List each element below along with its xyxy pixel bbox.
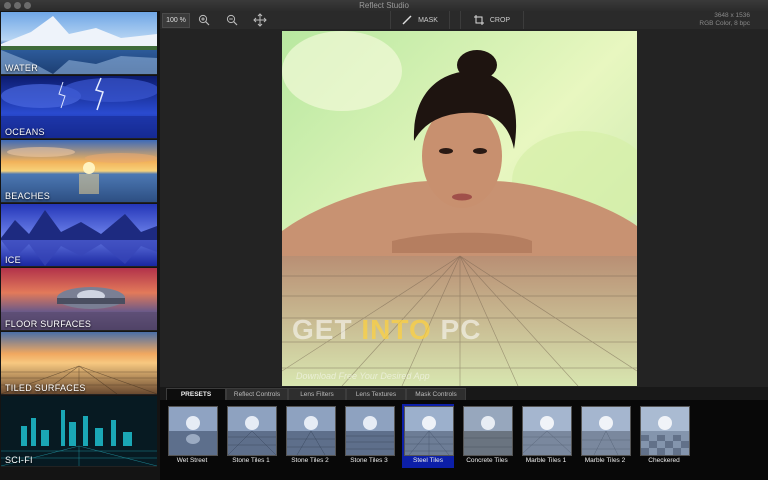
preset-wet-street[interactable]: Wet Street — [166, 404, 218, 468]
watermark-word: GET — [292, 314, 353, 345]
zoom-in-icon — [198, 14, 210, 26]
image-size: 3648 x 1536 — [714, 12, 750, 19]
watermark-subtitle: Download Free Your Desired App — [296, 371, 430, 381]
crop-button[interactable]: CROP — [460, 11, 524, 29]
preset-thumbnail — [522, 406, 572, 456]
image-mode: RGB Color, 8 bpc — [699, 20, 750, 27]
brush-icon — [402, 15, 412, 25]
preset-label: Checkered — [648, 457, 680, 464]
preset-label: Wet Street — [176, 457, 208, 464]
toolbar: 100 % MASK CROP 3648 x 1536 RGB Color, 8… — [160, 11, 768, 30]
preset-marble-tiles-2[interactable]: Marble Tiles 2 — [579, 404, 631, 468]
image-info: 3648 x 1536 RGB Color, 8 bpc — [699, 12, 750, 28]
category-label: OCEANS — [5, 127, 45, 137]
ice-thumbnail — [1, 204, 157, 266]
mask-button[interactable]: MASK — [390, 11, 450, 29]
preset-label: Steel Tiles — [413, 457, 443, 464]
preset-thumbnail — [345, 406, 395, 456]
category-label: BEACHES — [5, 191, 51, 201]
category-label: ICE — [5, 255, 21, 265]
preset-concrete-tiles[interactable]: Concrete Tiles — [461, 404, 513, 468]
category-label: WATER — [5, 63, 38, 73]
preset-thumbnail — [640, 406, 690, 456]
category-beaches[interactable]: BEACHES — [1, 140, 157, 203]
preset-thumbnail — [286, 406, 336, 456]
zoom-level-field[interactable]: 100 % — [162, 13, 190, 28]
preset-label: Concrete Tiles — [466, 457, 508, 464]
watermark-word: INTO — [361, 314, 432, 345]
preset-label: Stone Tiles 3 — [350, 457, 388, 464]
preset-marble-tiles-1[interactable]: Marble Tiles 1 — [520, 404, 572, 468]
panel-tabs: PRESETS Reflect Controls Lens Filters Le… — [160, 387, 768, 401]
preset-thumbnail — [168, 406, 218, 456]
preset-thumbnail — [404, 406, 454, 456]
mask-label: MASK — [418, 16, 438, 24]
crop-icon — [473, 15, 484, 25]
crop-label: CROP — [489, 16, 511, 24]
watermark: GET INTO PC — [292, 314, 481, 346]
category-label: SCI-FI — [5, 455, 33, 465]
preset-label: Stone Tiles 1 — [232, 457, 270, 464]
preset-label: Stone Tiles 2 — [291, 457, 329, 464]
preset-label: Marble Tiles 1 — [525, 457, 567, 464]
category-sci-fi[interactable]: SCI-FI — [1, 396, 157, 467]
preset-stone-tiles-1[interactable]: Stone Tiles 1 — [225, 404, 277, 468]
zoom-out-icon — [226, 14, 238, 26]
category-oceans[interactable]: OCEANS — [1, 76, 157, 139]
category-water[interactable]: WATER — [1, 12, 157, 75]
preset-thumbnail — [581, 406, 631, 456]
pan-button[interactable] — [248, 12, 272, 28]
preset-thumbnail — [463, 406, 513, 456]
preset-steel-tiles[interactable]: Steel Tiles — [402, 404, 454, 468]
preset-stone-tiles-3[interactable]: Stone Tiles 3 — [343, 404, 395, 468]
preset-label: Marble Tiles 2 — [584, 457, 626, 464]
category-tiled-surfaces[interactable]: TILED SURFACES — [1, 332, 157, 395]
preset-checkered[interactable]: Checkered — [638, 404, 690, 468]
category-ice[interactable]: ICE — [1, 204, 157, 267]
zoom-in-button[interactable] — [192, 12, 216, 28]
zoom-out-button[interactable] — [220, 12, 244, 28]
preset-stone-tiles-2[interactable]: Stone Tiles 2 — [284, 404, 336, 468]
photo-preview[interactable]: GET INTO PC Download Free Your Desired A… — [282, 31, 637, 386]
category-label: FLOOR SURFACES — [5, 319, 92, 329]
window-title: Reflect Studio — [359, 1, 409, 10]
move-icon — [253, 13, 267, 27]
watermark-word: PC — [440, 314, 482, 345]
category-sidebar: WATER OCEANS BEACHES ICE FLOOR SURFACES … — [0, 11, 160, 480]
preset-thumbnail — [227, 406, 277, 456]
category-floor-surfaces[interactable]: FLOOR SURFACES — [1, 268, 157, 331]
canvas-area[interactable]: GET INTO PC Download Free Your Desired A… — [160, 29, 768, 387]
category-label: TILED SURFACES — [5, 383, 86, 393]
presets-strip: Wet Street Stone Tiles 1 Stone Tiles 2 S… — [160, 400, 768, 480]
